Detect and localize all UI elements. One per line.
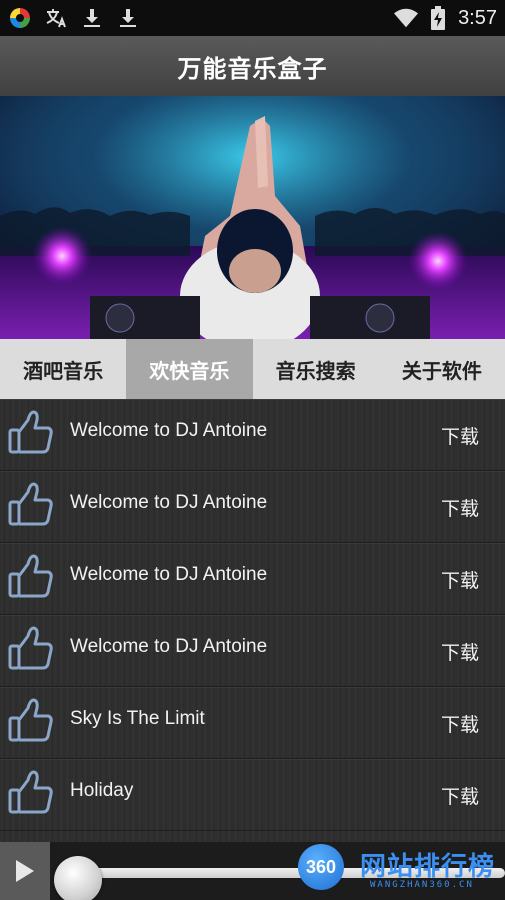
- app-header: 万能音乐盒子: [0, 36, 505, 96]
- watermark-subtext: WANGZHAN360.CN: [370, 880, 474, 890]
- banner-image: [0, 96, 505, 339]
- song-title[interactable]: Welcome to DJ Antoine: [70, 636, 267, 658]
- play-icon: [16, 860, 34, 882]
- seek-handle[interactable]: [54, 856, 102, 900]
- song-title[interactable]: Welcome to DJ Antoine: [70, 420, 267, 442]
- download-button[interactable]: 下载: [441, 710, 479, 737]
- status-bar: 3:57: [0, 0, 505, 36]
- download-button[interactable]: 下载: [441, 494, 479, 521]
- thumbs-up-icon[interactable]: [8, 696, 54, 744]
- translate-icon: [44, 6, 68, 30]
- wifi-icon: [394, 6, 419, 30]
- thumbs-up-icon[interactable]: [8, 408, 54, 456]
- app-title: 万能音乐盒子: [177, 54, 328, 83]
- song-row[interactable]: Sky Is The Limit 下载: [0, 687, 505, 759]
- thumbs-up-icon[interactable]: [8, 552, 54, 600]
- download-button[interactable]: 下载: [441, 422, 479, 449]
- watermark-text: 网站排行榜: [360, 852, 496, 882]
- battery-charging-icon: [426, 6, 450, 30]
- song-row[interactable]: Holiday 下载: [0, 759, 505, 831]
- thumbs-up-icon[interactable]: [8, 768, 54, 816]
- watermark-badge: 360: [298, 844, 344, 890]
- tab-bar: 酒吧音乐 欢快音乐 音乐搜索 关于软件: [0, 339, 505, 399]
- notification-icons: [8, 4, 140, 32]
- download-button[interactable]: 下载: [441, 566, 479, 593]
- song-row[interactable]: Welcome to DJ Antoine 下载: [0, 543, 505, 615]
- song-row[interactable]: Welcome to DJ Antoine 下载: [0, 471, 505, 543]
- song-list: Welcome to DJ Antoine 下载 Welcome to DJ A…: [0, 399, 505, 842]
- song-title[interactable]: Welcome to DJ Antoine: [70, 492, 267, 514]
- download-icon: [116, 6, 140, 30]
- tab-about[interactable]: 关于软件: [379, 339, 505, 399]
- download-button[interactable]: 下载: [441, 638, 479, 665]
- song-row[interactable]: Welcome to DJ Antoine 下载: [0, 615, 505, 687]
- song-row[interactable]: Welcome to DJ Antoine 下载: [0, 399, 505, 471]
- system-icons: 3:57: [394, 4, 497, 32]
- tab-bar-music[interactable]: 酒吧音乐: [0, 339, 126, 399]
- tab-music-search[interactable]: 音乐搜索: [253, 339, 379, 399]
- download-button[interactable]: 下载: [441, 782, 479, 809]
- app-logo-icon: [8, 6, 32, 30]
- thumbs-up-icon[interactable]: [8, 624, 54, 672]
- song-title[interactable]: Welcome to DJ Antoine: [70, 564, 267, 586]
- tab-happy-music[interactable]: 欢快音乐: [126, 339, 253, 399]
- song-title[interactable]: Sky Is The Limit: [70, 708, 205, 730]
- thumbs-up-icon[interactable]: [8, 480, 54, 528]
- status-time: 3:57: [458, 6, 497, 29]
- song-title[interactable]: Holiday: [70, 780, 133, 802]
- play-button[interactable]: [0, 842, 50, 900]
- watermark-logo: 360 网站排行榜 WANGZHAN360.CN: [292, 842, 505, 900]
- download-icon: [80, 6, 104, 30]
